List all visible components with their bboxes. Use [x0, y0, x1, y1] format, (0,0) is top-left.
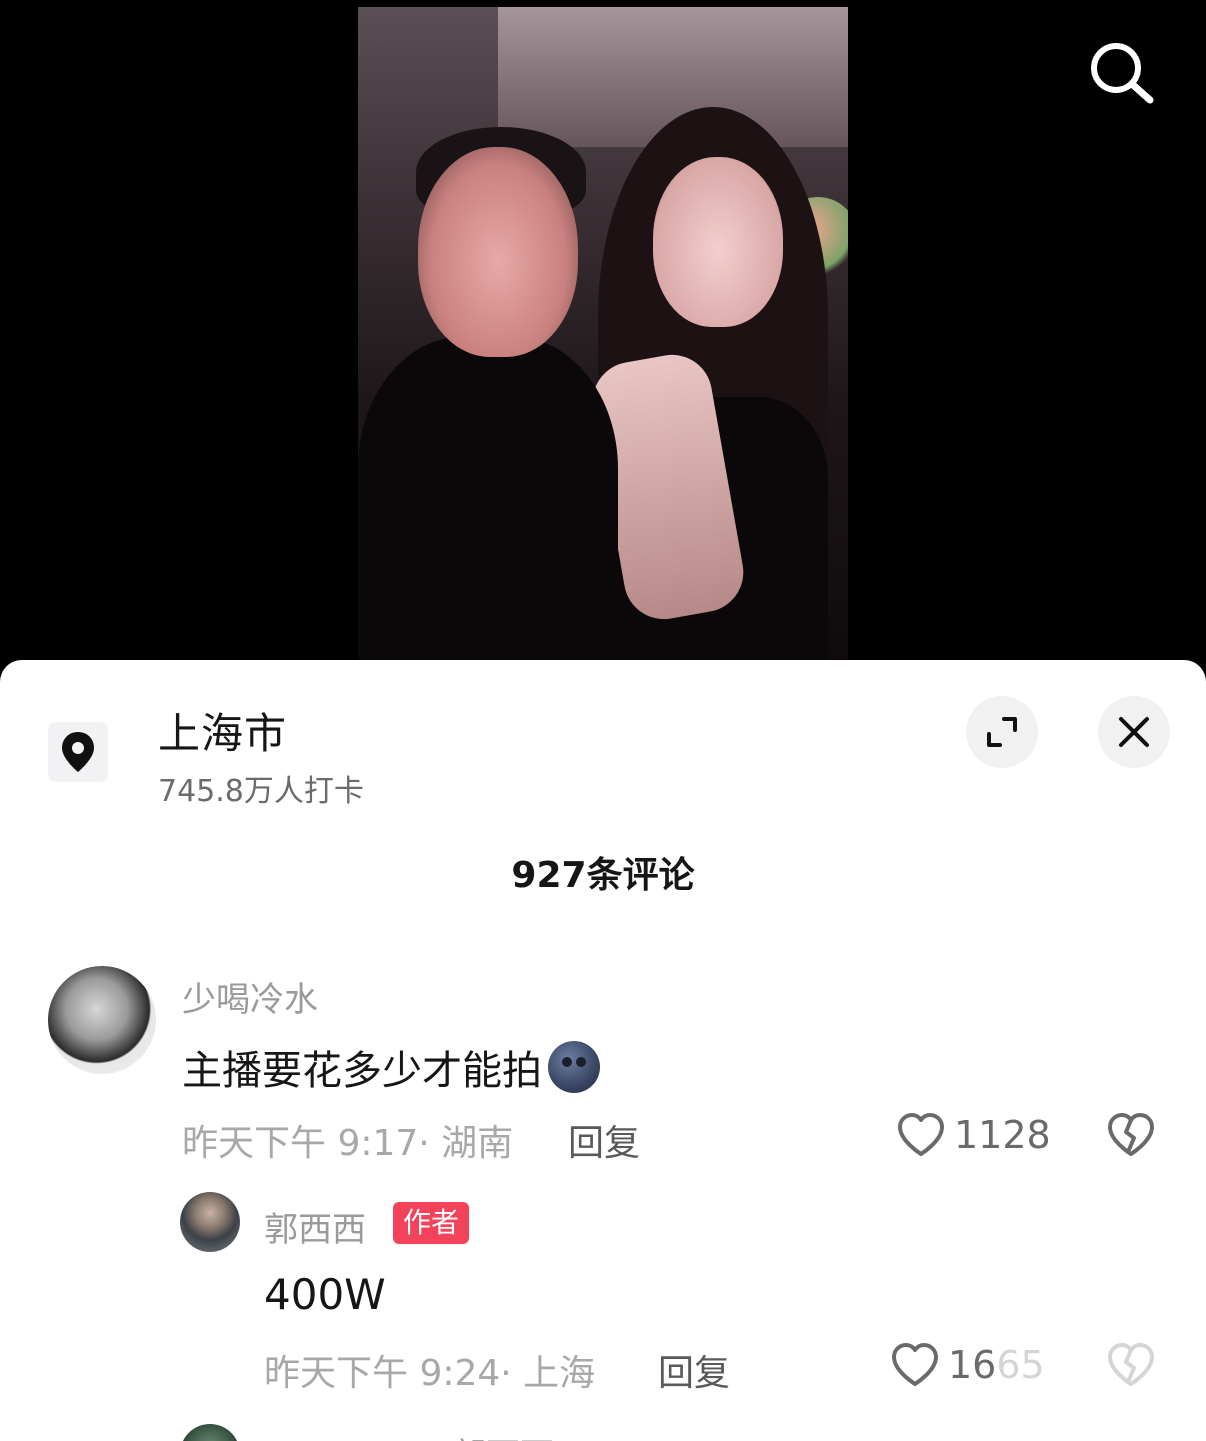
- comment-count-title: 927条评论: [511, 855, 695, 896]
- comment-meta: 昨天下午 9:17· 湖南: [182, 1123, 514, 1164]
- dislike-button[interactable]: [1106, 1112, 1156, 1162]
- reply-button[interactable]: 回复: [658, 1344, 730, 1396]
- comment-text: 400W: [264, 1270, 386, 1319]
- close-button[interactable]: [1098, 696, 1170, 768]
- comment-username[interactable]: 郭西西: [452, 1428, 554, 1441]
- expand-icon: [987, 717, 1017, 747]
- search-icon: [1091, 43, 1154, 104]
- close-icon: [1119, 717, 1149, 747]
- comments-sheet: 上海市 745.8万人打卡 927条评论 少喝冷水 主播要花多少才能拍 昨天下午…: [0, 660, 1206, 1441]
- like-count: 1128: [954, 1113, 1051, 1157]
- heart-icon: [892, 1343, 938, 1386]
- author-badge: 作者: [393, 1202, 470, 1244]
- photo-person-right-face: [653, 157, 783, 327]
- broken-heart-icon: [1108, 1113, 1154, 1156]
- avatar[interactable]: [48, 966, 156, 1074]
- avatar[interactable]: [180, 1424, 240, 1441]
- comment-meta: 昨天下午 9:24· 上海: [264, 1353, 596, 1394]
- media-viewer: [0, 0, 1206, 660]
- comment-username[interactable]: 少喝冷水: [182, 972, 318, 1021]
- photo-person-left-face: [418, 147, 578, 357]
- search-button[interactable]: [1086, 38, 1156, 104]
- location-title[interactable]: 上海市: [158, 700, 287, 761]
- new-moon-face-emoji-icon: [548, 1041, 600, 1093]
- location-pin-icon: [62, 732, 94, 772]
- reply-button[interactable]: 回复: [568, 1114, 640, 1166]
- like-button[interactable]: 1128: [896, 1112, 1051, 1158]
- post-photo[interactable]: [358, 7, 848, 660]
- location-checkins: 745.8万人打卡: [158, 774, 364, 809]
- location-icon-box[interactable]: [48, 722, 108, 782]
- comment-text: 主播要花多少才能拍: [182, 1038, 600, 1096]
- expand-button[interactable]: [966, 696, 1038, 768]
- avatar[interactable]: [180, 1192, 240, 1252]
- comment-text-content: 主播要花多少才能拍: [182, 1048, 542, 1094]
- heart-icon: [898, 1113, 944, 1156]
- photo-person-left-body: [358, 337, 618, 660]
- comment-username[interactable]: 郭西西: [264, 1202, 366, 1251]
- watermark-overlay: [996, 1338, 1184, 1394]
